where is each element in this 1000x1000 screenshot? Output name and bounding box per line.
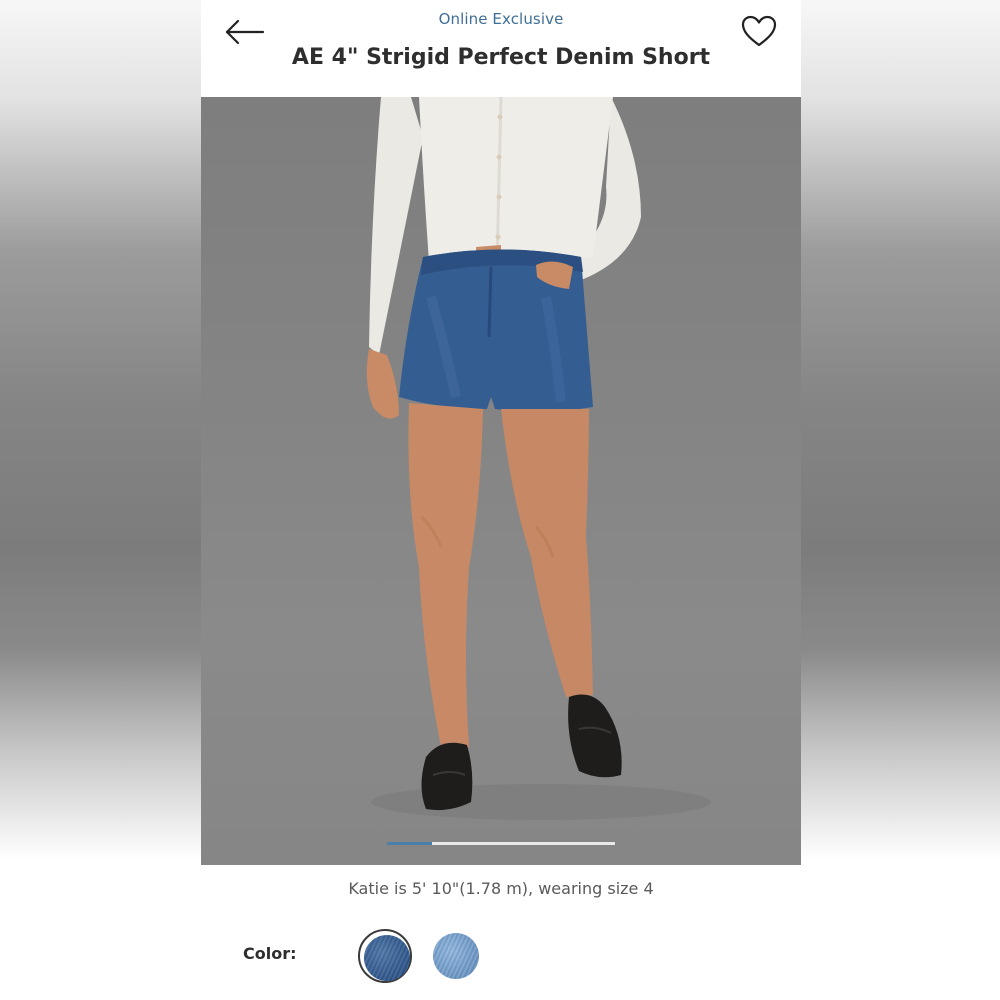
- product-title: AE 4" Strigid Perfect Denim Short: [291, 45, 711, 70]
- color-label: Color:: [243, 944, 297, 963]
- color-swatch-dark-wash[interactable]: [358, 929, 412, 983]
- online-exclusive-label: Online Exclusive: [438, 10, 564, 28]
- model-size-info: Katie is 5' 10"(1.78 m), wearing size 4: [348, 879, 654, 898]
- color-swatch-light-wash[interactable]: [429, 929, 483, 983]
- product-screen: Online Exclusive AE 4" Strigid Perfect D…: [201, 0, 801, 1000]
- heart-outline-icon: [741, 15, 777, 47]
- swatch-fill: [433, 933, 479, 979]
- favorite-button[interactable]: [739, 12, 779, 52]
- image-pager-active: [387, 842, 432, 845]
- swatch-fill: [364, 935, 410, 981]
- product-header: Online Exclusive AE 4" Strigid Perfect D…: [201, 0, 801, 97]
- product-photo-illustration: [366, 97, 711, 820]
- product-image[interactable]: [201, 97, 801, 865]
- image-pager: [387, 842, 615, 845]
